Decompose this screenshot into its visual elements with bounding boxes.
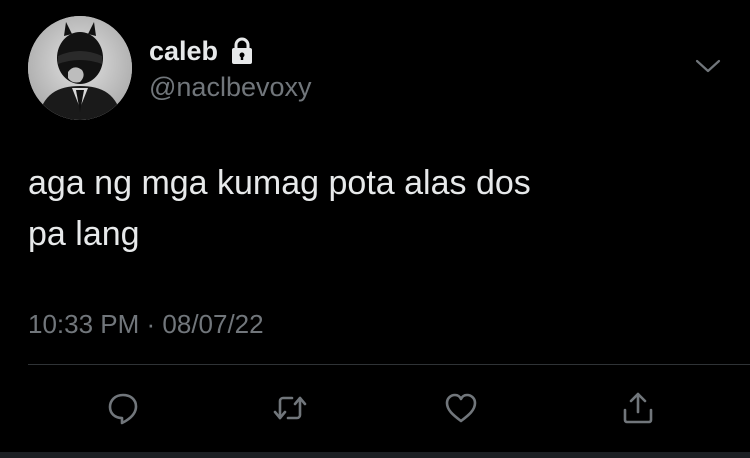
tweet-text: aga ng mga kumag pota alas dos pa lang [28,164,531,253]
share-icon [623,392,653,424]
user-handle[interactable]: @naclbevoxy [149,70,312,104]
avatar[interactable] [28,16,132,120]
share-button[interactable] [616,386,660,430]
divider [28,364,750,365]
name-row: caleb [149,34,254,68]
avatar-image [28,16,132,120]
reply-icon [108,393,138,425]
lock-icon [230,37,254,65]
retweet-button[interactable] [268,386,312,430]
action-bar [0,386,750,430]
retweet-icon [273,396,307,420]
like-button[interactable] [439,386,483,430]
tweet-timestamp[interactable]: 10:33 PM · 08/07/22 [28,307,264,341]
bottom-separator [0,452,750,458]
chevron-down-icon[interactable] [693,54,723,78]
tweet-detail: caleb @naclbevoxy aga ng mga kumag pota … [0,0,750,458]
display-name[interactable]: caleb [149,34,218,68]
reply-button[interactable] [101,386,145,430]
heart-icon [445,393,477,423]
